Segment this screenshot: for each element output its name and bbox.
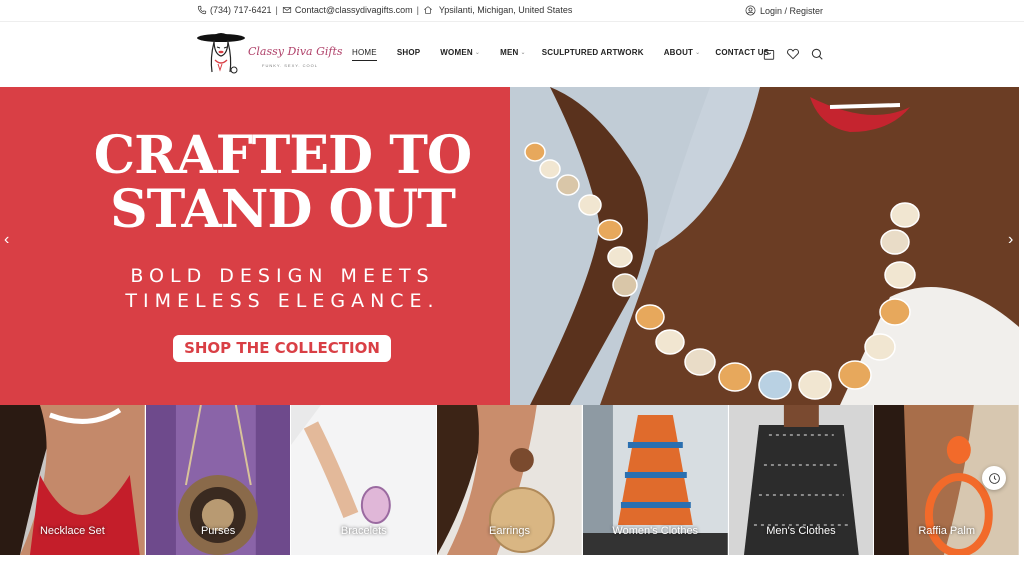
nav-women-label: WOMEN [440, 48, 473, 57]
chevron-down-icon: ⌄ [474, 50, 481, 56]
nav-shop[interactable]: SHOP [397, 48, 420, 57]
nav-men[interactable]: MEN ⌄ [500, 48, 526, 57]
hero-title-line1: CRAFTED TO [93, 125, 472, 186]
diva-logo-icon [197, 33, 245, 74]
top-bar: (734) 717-6421 | Contact@classydivagifts… [0, 0, 1024, 22]
category-tile-bracelets[interactable]: Bracelets [291, 405, 438, 555]
hero-slider: CRAFTED TO STAND OUT BOLD DESIGN MEETS T… [0, 87, 1019, 405]
contact-info: (734) 717-6421 | Contact@classydivagifts… [197, 5, 572, 15]
hero-subtitle: BOLD DESIGN MEETS TIMELESS ELEGANCE. [0, 264, 565, 314]
category-tile-womens-clothes[interactable]: Women's Clothes [582, 405, 729, 555]
home-icon [423, 6, 432, 14]
location-text: Ypsilanti, Michigan, United States [438, 5, 573, 15]
category-tile-necklace-set[interactable]: Necklace Set [0, 405, 146, 555]
category-tile-mens-clothes[interactable]: Men's Clothes [728, 405, 875, 555]
shop-collection-button[interactable]: SHOP THE COLLECTION [173, 335, 391, 362]
category-label: Earrings [489, 525, 530, 537]
slider-next-arrow-icon[interactable]: › [1008, 231, 1013, 249]
phone-icon [197, 5, 207, 15]
recently-viewed-button[interactable] [982, 466, 1006, 490]
chevron-down-icon: ⌄ [520, 50, 526, 56]
logo-tagline: FUNKY. SEXY. COOL [262, 63, 318, 68]
heart-icon[interactable] [786, 47, 800, 61]
site-logo[interactable]: Classy Diva Gifts FUNKY. SEXY. COOL [196, 30, 343, 80]
model-necklace-image [510, 87, 1019, 405]
category-tile-purses[interactable]: Purses [145, 405, 292, 555]
user-icon [745, 5, 756, 16]
search-icon[interactable] [810, 47, 824, 61]
account-area[interactable]: Login / Register [745, 5, 823, 16]
nav-about[interactable]: ABOUT ⌄ [664, 48, 701, 57]
nav-home-label: HOME [352, 48, 377, 57]
category-label: Raffia Palm [918, 525, 975, 537]
category-label: Necklace Set [39, 525, 105, 537]
cart-icon[interactable] [762, 47, 776, 61]
hero-title-line2: STAND OUT [110, 179, 456, 240]
divider: | [275, 5, 278, 15]
nav-men-label: MEN [500, 48, 519, 57]
category-label: Purses [200, 525, 236, 537]
header-icons [762, 47, 824, 61]
nav-shop-label: SHOP [396, 48, 421, 57]
nav-about-label: ABOUT [663, 48, 694, 57]
mail-icon [282, 7, 291, 13]
category-label: Bracelets [340, 525, 387, 537]
hero-subtitle-line2: TIMELESS ELEGANCE. [125, 290, 440, 312]
divider: | [416, 5, 419, 15]
nav-women[interactable]: WOMEN ⌄ [440, 48, 480, 57]
slider-prev-arrow-icon[interactable]: ‹ [4, 231, 9, 249]
email-link[interactable]: Contact@classydivagifts.com [295, 5, 413, 15]
category-tile-earrings[interactable]: Earrings [437, 405, 583, 555]
hero-subtitle-line1: BOLD DESIGN MEETS [130, 265, 435, 287]
hero-title: CRAFTED TO STAND OUT [0, 129, 565, 237]
nav-sculptured-label: SCULPTURED ARTWORK [541, 48, 644, 57]
history-icon [988, 472, 1000, 484]
category-label: Women's Clothes [612, 525, 699, 537]
logo-text: Classy Diva Gifts [248, 45, 343, 58]
phone-number[interactable]: (734) 717-6421 [210, 5, 272, 15]
main-nav: HOME SHOP WOMEN ⌄ MEN ⌄ SCULPTURED ARTWORK… [352, 48, 789, 61]
category-label: Men's Clothes [766, 525, 836, 537]
nav-sculptured-artwork[interactable]: SCULPTURED ARTWORK [542, 48, 644, 57]
category-strip: Necklace Set Purses Bracelets Earrings W… [0, 405, 1020, 555]
nav-home[interactable]: HOME [352, 48, 377, 61]
chevron-down-icon: ⌄ [695, 50, 701, 56]
login-register-link[interactable]: Login / Register [760, 6, 823, 16]
hero-image [510, 87, 1019, 405]
main-header: Classy Diva Gifts FUNKY. SEXY. COOL HOME… [0, 22, 1024, 87]
